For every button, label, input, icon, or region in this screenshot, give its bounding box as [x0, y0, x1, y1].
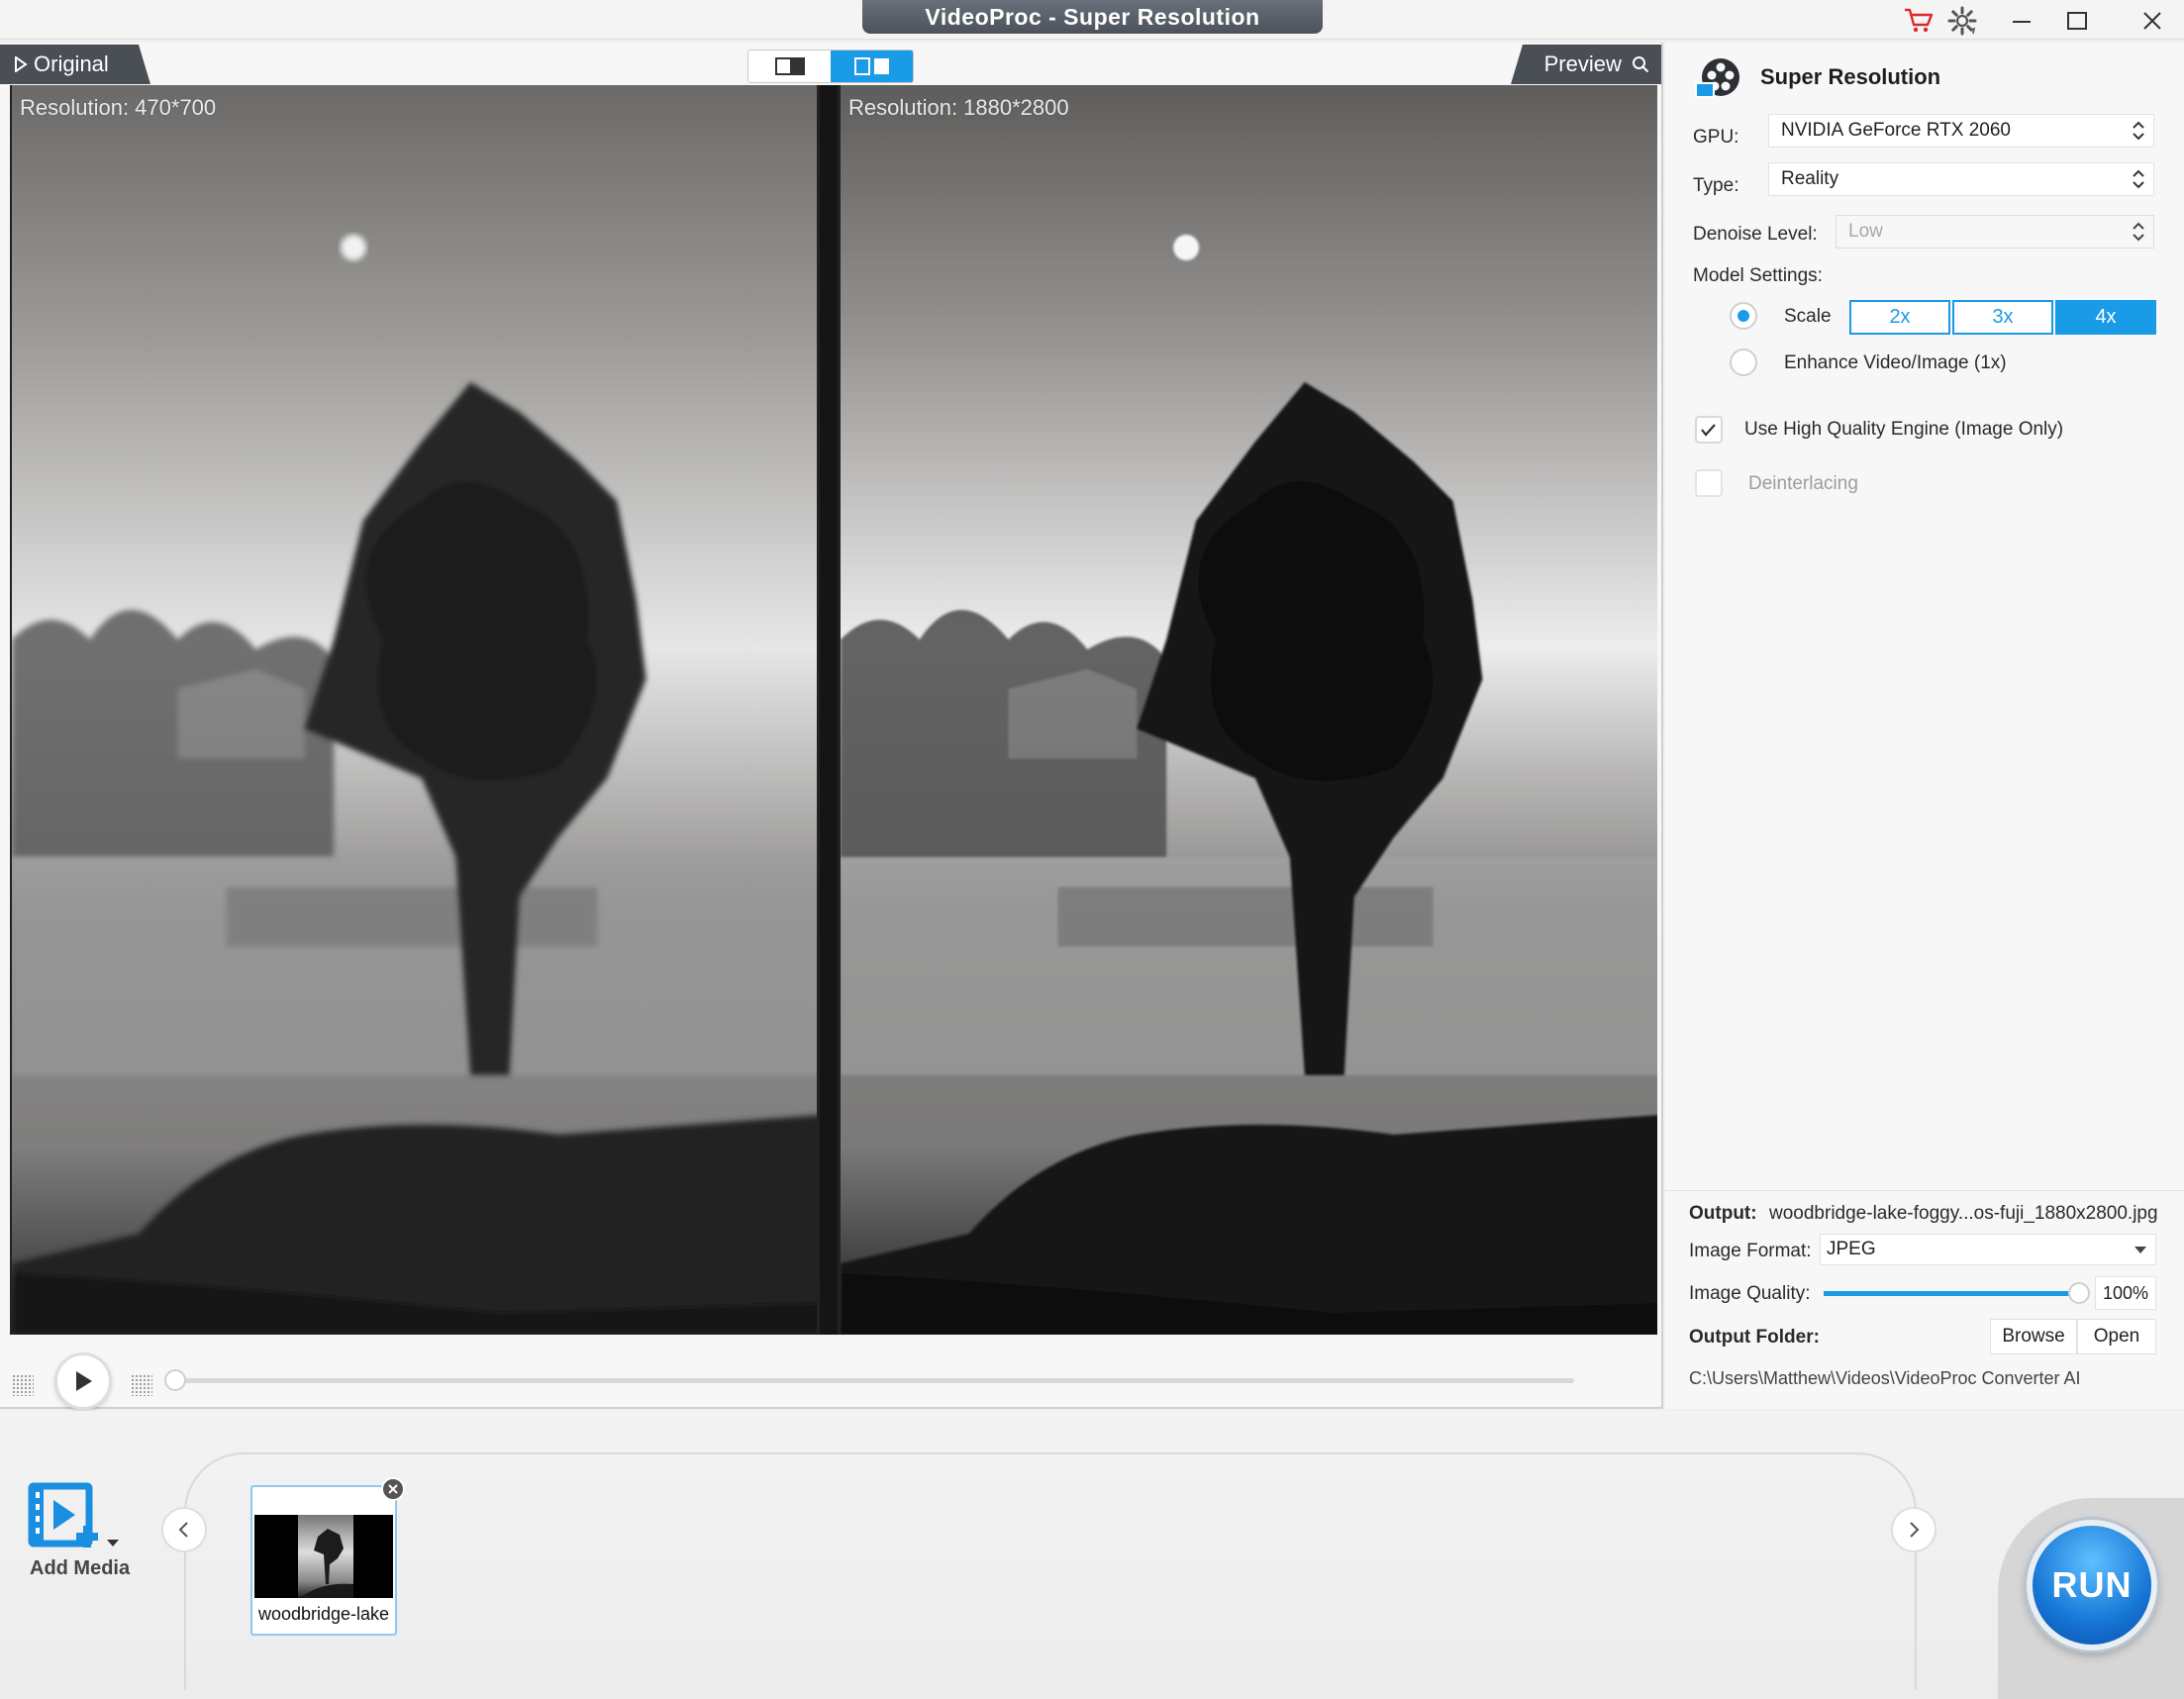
- progress-handle[interactable]: [164, 1369, 186, 1391]
- quality-slider-fill: [1824, 1291, 2079, 1296]
- enhance-radio[interactable]: [1730, 349, 1757, 376]
- tab-preview[interactable]: Preview: [1511, 45, 1661, 84]
- gpu-label: GPU:: [1693, 127, 1739, 148]
- media-thumbnail: [254, 1515, 393, 1598]
- enhanced-image: Resolution: 1880*2800: [838, 85, 1657, 1335]
- quality-value-field[interactable]: 100%: [2095, 1276, 2156, 1310]
- denoise-value: Low: [1848, 221, 1883, 242]
- add-media-icon: [28, 1482, 119, 1548]
- play-outline-icon: [15, 55, 28, 73]
- scale-label: Scale: [1784, 306, 1832, 327]
- close-icon: [388, 1484, 398, 1494]
- play-button[interactable]: [54, 1352, 112, 1410]
- playback-bar: [0, 1335, 1663, 1410]
- remove-media-button[interactable]: [381, 1477, 405, 1501]
- denoise-label: Denoise Level:: [1693, 224, 1818, 245]
- scroll-right-button[interactable]: [1891, 1507, 1936, 1552]
- denoise-select[interactable]: Low: [1836, 215, 2154, 249]
- browse-button[interactable]: Browse: [1990, 1319, 2077, 1354]
- original-image: Resolution: 470*700: [10, 85, 820, 1335]
- quality-slider-track[interactable]: [1824, 1291, 2079, 1296]
- view-mode-toggle: [747, 50, 914, 83]
- side-by-side-icon: [853, 57, 889, 75]
- side-by-side-view-button[interactable]: [831, 50, 913, 82]
- dropdown-arrow-icon: [2134, 1235, 2147, 1264]
- image-format-label: Image Format:: [1689, 1241, 1812, 1261]
- type-value: Reality: [1781, 168, 1839, 189]
- settings-panel: Super Resolution GPU: NVIDIA GeForce RTX…: [1665, 43, 2184, 1409]
- image-format-select[interactable]: JPEG: [1820, 1234, 2156, 1265]
- compare-divider[interactable]: [820, 85, 838, 1335]
- checkmark-icon: [1701, 424, 1716, 437]
- tab-original[interactable]: Original: [0, 45, 150, 84]
- progress-track[interactable]: [174, 1378, 1574, 1383]
- scale-2x-button[interactable]: 2x: [1849, 300, 1950, 335]
- close-icon[interactable]: [2133, 4, 2172, 38]
- enhance-label: Enhance Video/Image (1x): [1784, 352, 2007, 373]
- minimize-icon[interactable]: [2002, 4, 2041, 38]
- deinterlacing-checkbox[interactable]: [1695, 469, 1723, 497]
- step-back-icon[interactable]: [12, 1374, 34, 1396]
- output-folder-path: C:\Users\Matthew\Videos\VideoProc Conver…: [1689, 1368, 2081, 1388]
- high-quality-checkbox[interactable]: [1695, 416, 1723, 444]
- quality-slider-handle[interactable]: [2068, 1282, 2090, 1304]
- split-view-icon: [774, 57, 805, 75]
- add-media-button[interactable]: Add Media: [28, 1482, 137, 1591]
- split-view-button[interactable]: [748, 50, 831, 82]
- title-bar: VideoProc - Super Resolution: [0, 0, 2184, 40]
- high-quality-label: Use High Quality Engine (Image Only): [1744, 419, 2064, 440]
- output-filename: woodbridge-lake-foggy...os-fuji_1880x280…: [1769, 1203, 2158, 1224]
- scale-3x-button[interactable]: 3x: [1952, 300, 2053, 335]
- media-area: Add Media woodbridge-lake RUN: [0, 1411, 2184, 1699]
- thumbnail-photo: [254, 1515, 393, 1598]
- type-select[interactable]: Reality: [1768, 162, 2154, 196]
- image-quality-label: Image Quality:: [1689, 1283, 1811, 1304]
- chevron-right-icon: [1910, 1522, 1920, 1538]
- updown-arrow-icon: [2132, 163, 2145, 195]
- scale-radio[interactable]: [1730, 302, 1757, 330]
- radio-dot: [1737, 310, 1749, 322]
- output-folder-label: Output Folder:: [1689, 1327, 1820, 1348]
- play-icon: [76, 1371, 92, 1391]
- open-button[interactable]: Open: [2077, 1319, 2156, 1354]
- run-button[interactable]: RUN: [2027, 1520, 2157, 1650]
- updown-arrow-icon: [2132, 216, 2145, 248]
- gpu-value: NVIDIA GeForce RTX 2060: [1781, 120, 2011, 141]
- step-forward-icon[interactable]: [131, 1374, 152, 1396]
- film-reel-icon: [1695, 58, 1739, 98]
- separator: [1665, 1190, 2184, 1191]
- model-settings-label: Model Settings:: [1693, 265, 1823, 286]
- updown-arrow-icon: [2132, 115, 2145, 147]
- image-format-value: JPEG: [1827, 1239, 1876, 1259]
- add-media-label: Add Media: [30, 1557, 131, 1579]
- cart-icon[interactable]: [1899, 4, 1938, 38]
- search-icon: [1633, 56, 1649, 73]
- tab-original-label: Original: [34, 51, 109, 76]
- tab-preview-label: Preview: [1543, 51, 1622, 76]
- chevron-left-icon: [178, 1522, 188, 1538]
- maximize-icon[interactable]: [2057, 4, 2097, 38]
- scroll-left-button[interactable]: [161, 1507, 207, 1552]
- deinterlacing-label: Deinterlacing: [1748, 473, 1858, 494]
- preview-pane: Original Preview Resolution: 470*700 Res…: [0, 43, 1663, 1410]
- gear-icon[interactable]: [1942, 4, 1982, 38]
- type-label: Type:: [1693, 175, 1739, 196]
- window-title: VideoProc - Super Resolution: [862, 0, 1323, 34]
- media-item[interactable]: woodbridge-lake: [250, 1477, 405, 1636]
- original-resolution-label: Resolution: 470*700: [20, 95, 217, 120]
- panel-title: Super Resolution: [1760, 64, 1941, 89]
- output-label: Output:: [1689, 1203, 1757, 1224]
- media-strip: [184, 1452, 1917, 1690]
- media-item-name: woodbridge-lake: [257, 1604, 390, 1624]
- enhanced-resolution-label: Resolution: 1880*2800: [848, 95, 1069, 120]
- lake-photo-enhanced: [841, 85, 1657, 1335]
- gpu-select[interactable]: NVIDIA GeForce RTX 2060: [1768, 114, 2154, 148]
- lake-photo-original: [12, 85, 817, 1335]
- scale-4x-button[interactable]: 4x: [2055, 300, 2156, 335]
